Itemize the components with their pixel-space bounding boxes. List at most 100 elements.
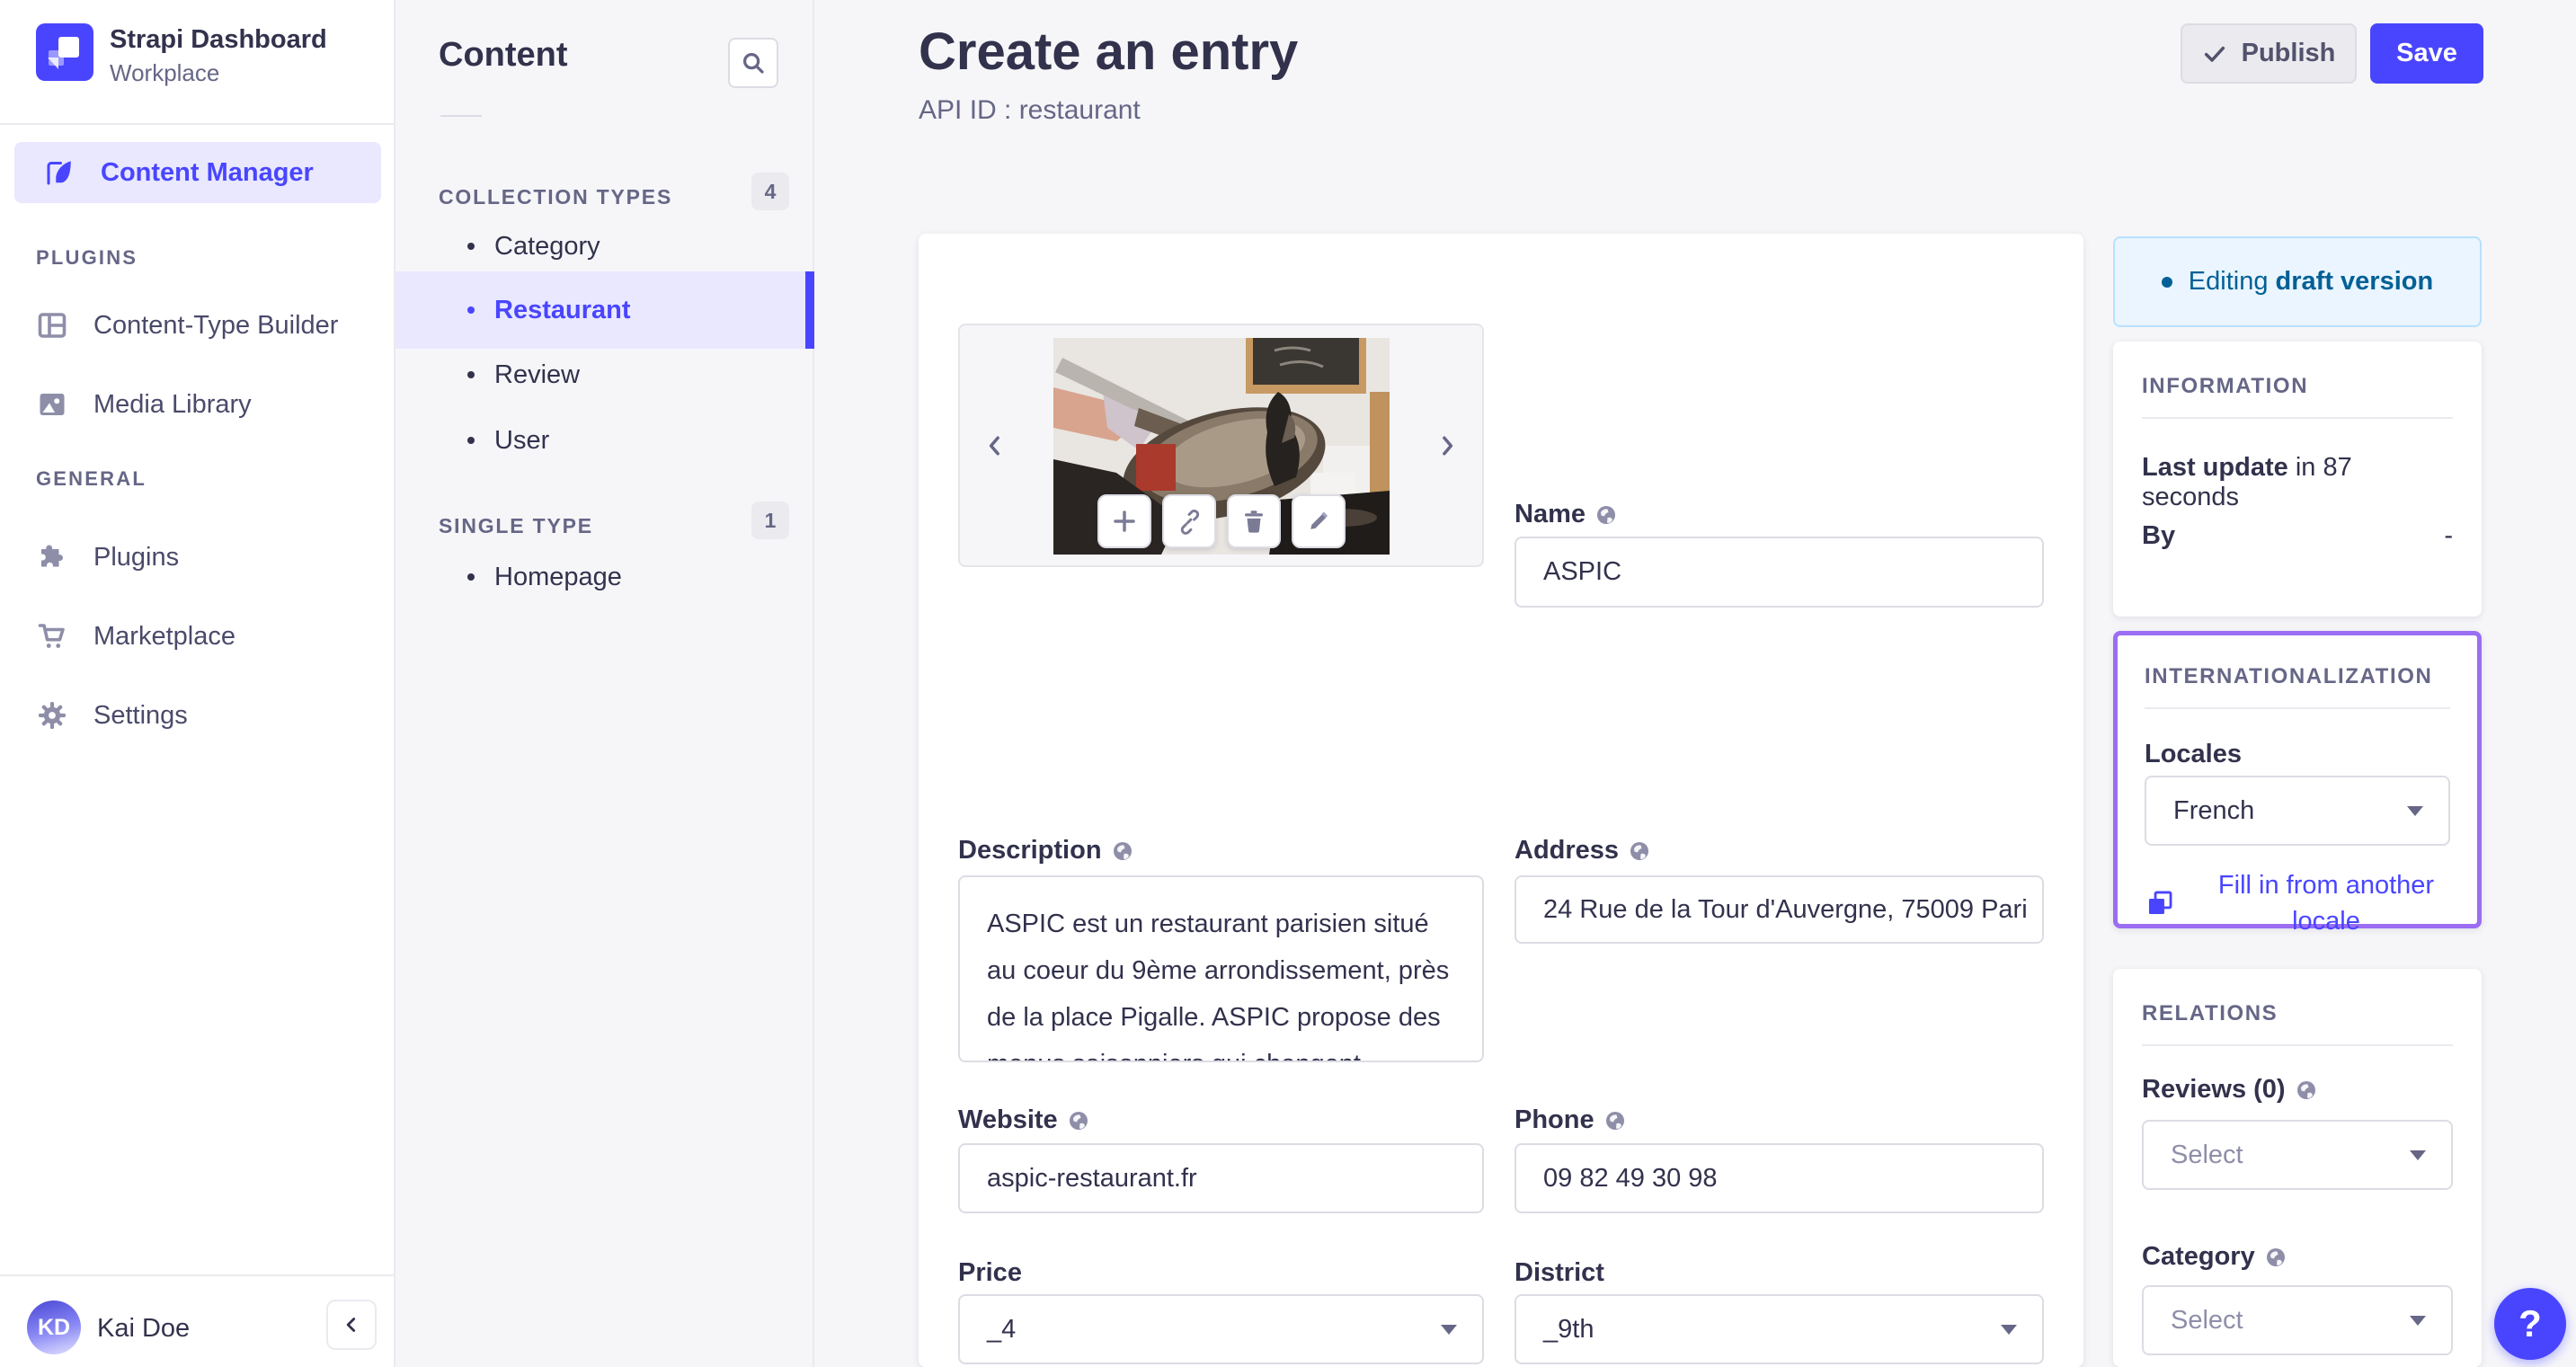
sidebar-item-content-type-builder[interactable]: Content-Type Builder [36, 300, 338, 351]
sidebar-item-label: Plugins [93, 542, 180, 572]
globe-icon [1597, 505, 1615, 524]
main-sidebar: Strapi Dashboard Workplace Content Manag… [0, 0, 395, 1367]
sidebar-item-plugins[interactable]: Plugins [36, 532, 179, 582]
bullet-icon [467, 573, 475, 581]
single-type-count: 1 [751, 502, 789, 539]
description-textarea[interactable]: ASPIC est un restaurant parisien situé a… [958, 875, 1484, 1062]
carousel-next-button[interactable] [1434, 430, 1461, 462]
sidebar-item-content-manager[interactable]: Content Manager [14, 142, 381, 203]
chevron-down-icon [1441, 1325, 1457, 1335]
delete-asset-button[interactable] [1226, 494, 1281, 548]
check-icon [2204, 46, 2225, 62]
strapi-logo [36, 23, 93, 81]
sidebar-item-marketplace[interactable]: Marketplace [36, 611, 235, 661]
price-label: Price [958, 1258, 1022, 1287]
chevron-right-icon [1443, 436, 1453, 455]
name-label: Name [1515, 500, 1616, 529]
page-title: Create an entry [919, 22, 1299, 81]
link-icon [1180, 510, 1199, 535]
district-select[interactable]: _9th [1515, 1294, 2044, 1364]
add-asset-button[interactable] [1097, 494, 1151, 548]
sidebar-item-label: Settings [93, 700, 188, 730]
copy-link-button[interactable] [1161, 494, 1216, 548]
pencil-icon [1310, 511, 1328, 529]
entry-form-card: Cover (1 / 2) [919, 234, 2083, 1367]
subnav-item-review[interactable]: Review [395, 350, 814, 400]
avatar[interactable]: KD [27, 1300, 81, 1354]
description-label: Description [958, 836, 1133, 865]
user-name: Kai Doe [97, 1314, 191, 1343]
sidebar-item-settings[interactable]: Settings [36, 690, 188, 741]
locales-select[interactable]: French [2145, 776, 2450, 846]
relations-card: RELATIONS Reviews (0) Select Category Se… [2113, 969, 2482, 1367]
puzzle-icon [36, 541, 68, 573]
publish-button[interactable]: Publish [2181, 23, 2357, 84]
phone-input[interactable]: 09 82 49 30 98 [1515, 1143, 2044, 1213]
trash-icon [1244, 510, 1263, 533]
divider [2145, 707, 2450, 709]
sidebar-item-label: Marketplace [93, 621, 235, 651]
website-input[interactable]: aspic-restaurant.fr [958, 1143, 1484, 1213]
bullet-icon [467, 437, 475, 444]
sidebar-item-label: Content-Type Builder [93, 310, 339, 340]
chevron-left-icon [989, 436, 999, 455]
internationalization-card: INTERNATIONALIZATION Locales French Fill… [2113, 631, 2482, 936]
reviews-select[interactable]: Select [2142, 1120, 2453, 1190]
phone-label: Phone [1515, 1105, 1625, 1135]
information-header: INFORMATION [2142, 374, 2309, 398]
chevron-down-icon [2410, 1316, 2426, 1326]
search-button[interactable] [728, 38, 778, 88]
divider [2142, 417, 2453, 419]
sidebar-item-media-library[interactable]: Media Library [36, 379, 252, 430]
district-label: District [1515, 1258, 1604, 1287]
relations-header: RELATIONS [2142, 1001, 2278, 1025]
subnav-item-user[interactable]: User [395, 415, 814, 466]
website-label: Website [958, 1105, 1088, 1135]
globe-icon [1113, 841, 1132, 860]
divider [2142, 1044, 2453, 1046]
draft-dot-icon [2161, 276, 2172, 288]
internationalization-header: INTERNATIONALIZATION [2145, 664, 2433, 688]
collapse-sidebar-button[interactable] [326, 1300, 377, 1350]
bullet-icon [467, 371, 475, 378]
editing-draft-banner: Editing draft version [2113, 236, 2482, 327]
carousel-prev-button[interactable] [982, 430, 1008, 462]
globe-icon [1630, 841, 1649, 860]
chevron-down-icon [2410, 1150, 2426, 1160]
address-input[interactable]: 24 Rue de la Tour d'Auvergne, 75009 Pari [1515, 875, 2044, 944]
gear-icon [36, 699, 68, 732]
category-select[interactable]: Select [2142, 1285, 2453, 1355]
cover-actions [1097, 494, 1346, 548]
fill-from-locale-link[interactable]: Fill in from another locale [2145, 867, 2459, 939]
edit-asset-button[interactable] [1291, 494, 1346, 548]
sidebar-item-label: Media Library [93, 389, 252, 419]
divider [440, 115, 482, 117]
picture-icon [36, 388, 68, 421]
reviews-label: Reviews (0) [2142, 1075, 2316, 1105]
name-input[interactable]: ASPIC [1515, 537, 2044, 608]
save-button[interactable]: Save [2370, 23, 2483, 84]
bullet-icon [467, 243, 475, 250]
globe-icon [2266, 1247, 2285, 1266]
layout-icon [36, 309, 68, 342]
last-update-row: Last update in 87 seconds [2142, 453, 2352, 511]
locales-label: Locales [2145, 740, 2242, 768]
price-select[interactable]: _4 [958, 1294, 1484, 1364]
api-id-subtitle: API ID : restaurant [919, 95, 1141, 125]
globe-icon [1069, 1111, 1088, 1130]
subnav-item-restaurant[interactable]: Restaurant [395, 271, 814, 349]
cart-icon [36, 620, 68, 652]
subnav-item-homepage[interactable]: Homepage [395, 552, 814, 602]
content-subnav: Content COLLECTION TYPES 4 Category Rest… [395, 0, 814, 1367]
subnav-item-category[interactable]: Category [395, 221, 814, 271]
selected-indicator [805, 271, 814, 349]
divider [0, 1274, 395, 1276]
collection-types-header: COLLECTION TYPES [439, 185, 673, 209]
globe-icon [2296, 1080, 2315, 1099]
plus-icon [1113, 510, 1135, 532]
help-button[interactable]: ? [2494, 1288, 2566, 1360]
workspace-label: Workplace [110, 59, 220, 86]
information-card: INFORMATION Last update in 87 seconds By… [2113, 342, 2482, 617]
globe-icon [1605, 1111, 1624, 1130]
address-label: Address [1515, 836, 1649, 865]
